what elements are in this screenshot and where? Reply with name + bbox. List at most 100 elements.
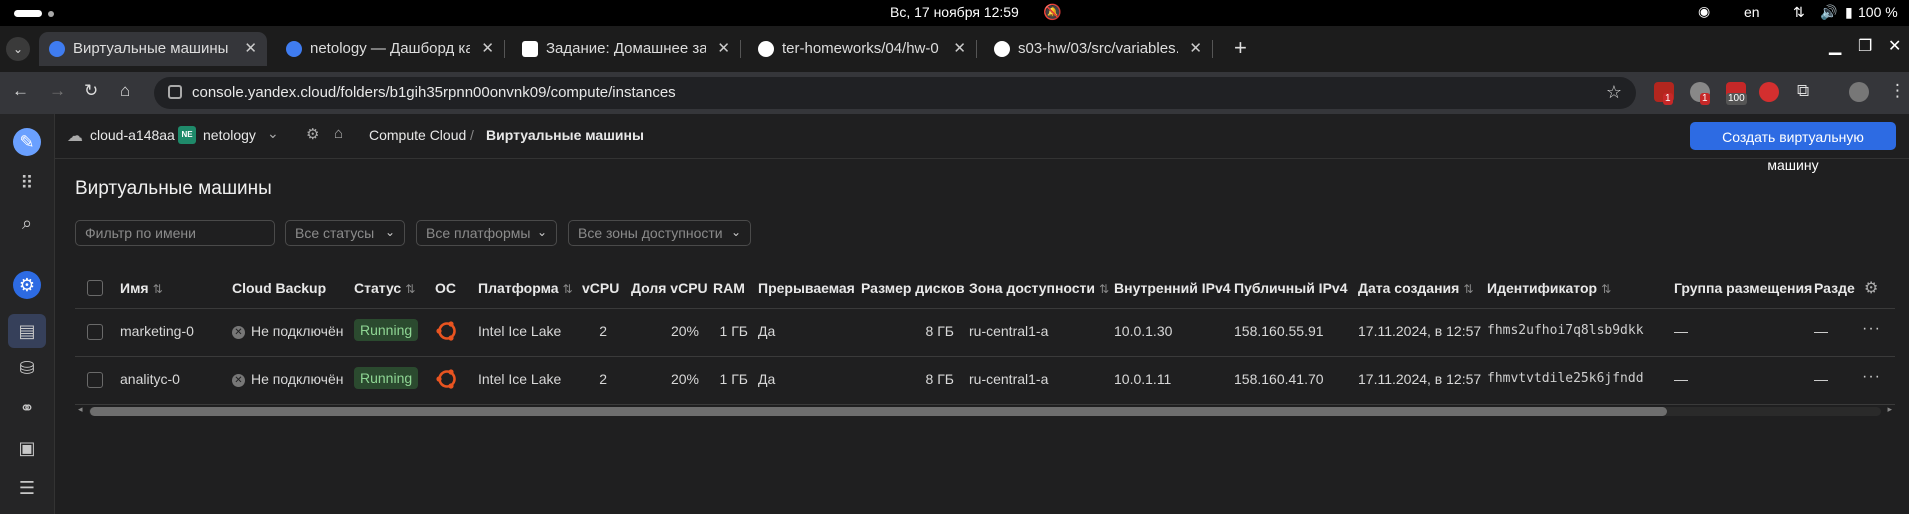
- column-internal-ip: Внутренний IPv4: [1114, 280, 1231, 296]
- status-badge: Running: [354, 319, 419, 341]
- tab-homework-task[interactable]: Задание: Домашнее зад ✕: [512, 32, 741, 66]
- platform-filter-select[interactable]: Все платформы ⌄: [416, 220, 557, 246]
- column-platform[interactable]: Платформа ⇅: [478, 280, 573, 296]
- network-icon[interactable]: ⇅: [1793, 4, 1805, 21]
- browser-menu-icon[interactable]: ⋮: [1889, 81, 1906, 101]
- all-services-grid-icon[interactable]: ⠿: [13, 169, 41, 197]
- not-connected-icon: ✕: [232, 374, 245, 387]
- tab-virtual-machines[interactable]: Виртуальные машины | ✕: [39, 32, 267, 66]
- forward-arrow-icon[interactable]: →: [49, 81, 66, 101]
- keyboard-layout[interactable]: en: [1744, 4, 1760, 20]
- folder-selector[interactable]: netology: [203, 127, 256, 143]
- profile-avatar-icon[interactable]: [1849, 82, 1869, 102]
- column-ram: RAM: [713, 280, 745, 296]
- extension-adblock-icon[interactable]: [1759, 82, 1779, 102]
- column-name[interactable]: Имя ⇅: [120, 280, 163, 296]
- app-tray-icon[interactable]: ◉: [1698, 3, 1710, 20]
- new-tab-plus-icon[interactable]: +: [1234, 37, 1247, 59]
- volume-icon[interactable]: 🔊: [1820, 4, 1837, 21]
- home-icon[interactable]: ⌂: [334, 125, 343, 142]
- name-filter-input[interactable]: Фильтр по имени: [75, 220, 275, 246]
- compute-service-gear-icon[interactable]: ⚙: [13, 271, 41, 299]
- reload-icon[interactable]: ↻: [84, 81, 98, 101]
- extension-badge: 1: [1700, 93, 1710, 105]
- select-all-checkbox[interactable]: [87, 280, 103, 296]
- restore-icon[interactable]: ❐: [1858, 36, 1872, 56]
- tab-ter-homeworks[interactable]: ter-homeworks/04/hw-0 ✕: [748, 32, 977, 66]
- backup-status: ✕ Не подключён: [232, 323, 343, 339]
- created-date: 17.11.2024, в 12:57: [1358, 323, 1482, 339]
- yandex-cloud-icon: [286, 41, 302, 57]
- column-id[interactable]: Идентификатор ⇅: [1487, 280, 1611, 296]
- breadcrumb-separator: /: [470, 127, 474, 143]
- status-badge: Running: [354, 367, 419, 389]
- images-icon[interactable]: ▣: [13, 434, 41, 462]
- row-checkbox[interactable]: [87, 324, 103, 340]
- clock[interactable]: Вс, 17 ноября 12:59: [890, 4, 1019, 20]
- tab-netology-dashboard[interactable]: netology — Дашборд ка ✕: [276, 32, 505, 66]
- table-row[interactable]: analityc-0 ✕ Не подключён Running Intel I…: [75, 356, 1895, 405]
- close-icon[interactable]: ✕: [481, 39, 494, 57]
- search-icon[interactable]: ⌕: [13, 209, 41, 237]
- scroll-right-arrow-icon[interactable]: ▸: [1887, 404, 1892, 415]
- scroll-left-arrow-icon[interactable]: ◂: [78, 404, 83, 415]
- zone-filter-select[interactable]: Все зоны доступности ⌄: [568, 220, 751, 246]
- virtual-machines-icon[interactable]: ▤: [8, 314, 46, 348]
- extra-value: —: [1814, 371, 1828, 387]
- tab-label: netology — Дашборд ка: [310, 40, 470, 57]
- bookmark-star-icon[interactable]: ☆: [1606, 82, 1622, 103]
- workspace-dot[interactable]: [48, 11, 54, 17]
- layers-icon[interactable]: ☰: [13, 474, 41, 502]
- minimize-icon[interactable]: ▁: [1829, 36, 1841, 56]
- table-horizontal-scrollbar[interactable]: ◂ ▸: [75, 404, 1895, 418]
- services-icon[interactable]: ⚙: [306, 125, 319, 143]
- platform: Intel Ice Lake: [478, 371, 562, 387]
- extensions-puzzle-icon[interactable]: ⧉: [1797, 81, 1809, 101]
- site-info-icon[interactable]: [168, 85, 182, 99]
- home-icon[interactable]: ⌂: [120, 81, 130, 101]
- table-settings-gear-icon[interactable]: ⚙: [1864, 278, 1878, 298]
- column-created[interactable]: Дата создания ⇅: [1358, 280, 1473, 296]
- row-actions-more-icon[interactable]: ···: [1862, 320, 1881, 338]
- breadcrumb-compute-cloud[interactable]: Compute Cloud: [369, 127, 466, 143]
- row-checkbox[interactable]: [87, 372, 103, 388]
- status-filter-select[interactable]: Все статусы ⌄: [285, 220, 405, 246]
- yandex-cloud-logo-icon[interactable]: ✎: [13, 128, 41, 156]
- column-status[interactable]: Статус ⇅: [354, 280, 415, 296]
- vm-name[interactable]: analityc-0: [120, 371, 180, 387]
- extension-badge: 1: [1663, 93, 1673, 105]
- address-bar[interactable]: console.yandex.cloud/folders/b1gih35rpnn…: [154, 77, 1636, 109]
- tab-search-chevron-icon[interactable]: ⌄: [6, 37, 30, 61]
- tab-s03-hw-variables[interactable]: s03-hw/03/src/variables. ✕: [984, 32, 1213, 66]
- column-backup: Cloud Backup: [232, 280, 327, 296]
- tab-label: ter-homeworks/04/hw-0: [782, 40, 939, 57]
- close-icon[interactable]: ✕: [1189, 39, 1202, 57]
- ubuntu-icon: [436, 321, 456, 341]
- sort-icon: ⇅: [152, 282, 163, 296]
- scrollbar-thumb[interactable]: [90, 407, 1667, 416]
- close-icon[interactable]: ✕: [717, 39, 730, 57]
- zone: ru-central1-a: [969, 371, 1049, 387]
- cloud-selector[interactable]: cloud-a148aa: [90, 127, 175, 143]
- console-sidebar: ✎ ⠿ ⌕ ⚙ ▤ ⛁ ⚭ ▣ ☰: [0, 114, 55, 514]
- battery-icon[interactable]: ▮: [1845, 4, 1853, 21]
- create-vm-button[interactable]: Создать виртуальную машину: [1690, 122, 1896, 173]
- close-window-icon[interactable]: ✕: [1888, 36, 1901, 56]
- tab-separator: [976, 40, 977, 58]
- close-icon[interactable]: ✕: [244, 39, 257, 57]
- notifications-muted-icon[interactable]: 🔕: [1043, 3, 1062, 21]
- row-actions-more-icon[interactable]: ···: [1862, 368, 1881, 386]
- placement-groups-icon[interactable]: ⚭: [13, 394, 41, 422]
- disk-size: 8 ГБ: [925, 371, 954, 387]
- chevron-down-icon[interactable]: ⌄: [267, 125, 279, 142]
- disks-icon[interactable]: ⛁: [13, 354, 41, 382]
- workspace-indicator[interactable]: [14, 10, 42, 17]
- column-zone[interactable]: Зона доступности ⇅: [969, 280, 1109, 296]
- internal-ip: 10.0.1.11: [1114, 371, 1172, 387]
- vm-name[interactable]: marketing-0: [120, 323, 194, 339]
- url-text[interactable]: console.yandex.cloud/folders/b1gih35rpnn…: [192, 84, 676, 101]
- vcpu-share: 20%: [670, 323, 699, 339]
- back-arrow-icon[interactable]: ←: [12, 81, 29, 101]
- table-row[interactable]: marketing-0 ✕ Не подключён Running Intel …: [75, 308, 1895, 357]
- close-icon[interactable]: ✕: [953, 39, 966, 57]
